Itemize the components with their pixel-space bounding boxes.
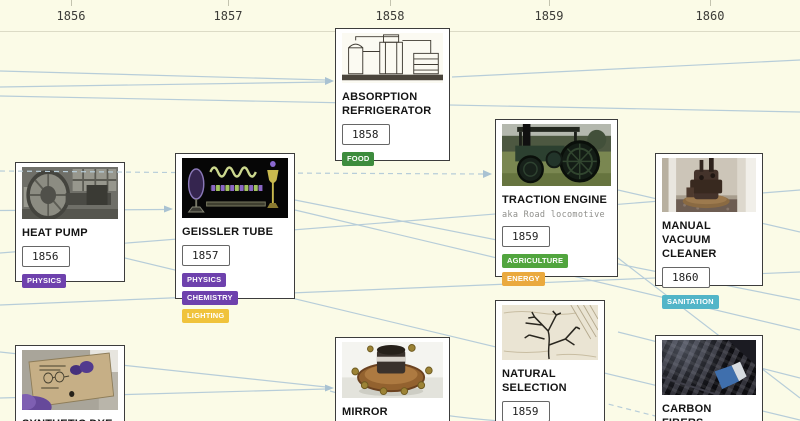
natural-selection-sketch <box>502 305 598 360</box>
card-subtitle: aka Road locomotive <box>502 210 605 220</box>
heat-pump-photo <box>22 167 118 219</box>
tag-list: AGRICULTURE ENERGY <box>502 250 611 286</box>
tag-list: PHYSICS <box>22 270 118 288</box>
axis-tick-1856 <box>71 0 72 6</box>
axis-year-label: 1859 <box>534 9 564 23</box>
geissler-tube-photo <box>182 158 288 218</box>
tag-physics: PHYSICS <box>182 273 227 287</box>
card-title: GEISSLER TUBE <box>182 226 274 238</box>
tag-agriculture: AGRICULTURE <box>502 254 569 268</box>
tag-physics: PHYSICS <box>22 274 67 288</box>
card-synthetic-dye[interactable]: SYNTHETIC DYE <box>15 345 125 421</box>
axis-tick-1860 <box>710 0 711 6</box>
card-mirror-galvanometer[interactable]: MIRROR GALVANOMETER <box>335 337 450 421</box>
tag-chemistry: CHEMISTRY <box>182 291 238 305</box>
card-absorption-refrigerator[interactable]: ABSORPTION REFRIGERATOR 1858 FOOD <box>335 28 450 166</box>
year-chip: 1859 <box>502 401 550 421</box>
synthetic-dye-photo <box>22 350 118 410</box>
axis-tick-1858 <box>390 0 391 6</box>
card-title: HEAT PUMP <box>22 227 88 239</box>
year-chip: 1857 <box>182 245 230 266</box>
year-chip: 1856 <box>22 246 70 267</box>
traction-engine-photo <box>502 124 611 186</box>
card-geissler-tube[interactable]: GEISSLER TUBE 1857 PHYSICS CHEMISTRY LIGHT… <box>175 153 295 323</box>
card-title: NATURAL SELECTION <box>502 368 567 394</box>
tag-list: FOOD <box>342 148 443 166</box>
axis-tick-1859 <box>549 0 550 6</box>
tech-tree-timeline: 1856 1857 1858 1859 1860 HEAT PUMP 1856 … <box>0 0 800 421</box>
tag-lighting: LIGHTING <box>182 309 230 323</box>
year-chip: 1859 <box>502 226 550 247</box>
card-manual-vacuum-cleaner[interactable]: MANUAL VACUUM CLEANER 1860 SANITATION <box>655 153 763 309</box>
tag-sanitation: SANITATION <box>662 295 719 309</box>
tag-list: PHYSICS CHEMISTRY LIGHTING <box>182 269 288 323</box>
tag-energy: ENERGY <box>502 272 545 286</box>
card-title: MIRROR GALVANOMETER <box>342 406 436 421</box>
year-chip: 1860 <box>662 267 710 288</box>
card-title: ABSORPTION REFRIGERATOR <box>342 91 432 117</box>
axis-tick-1857 <box>228 0 229 6</box>
card-title: CARBON FIBERS <box>662 403 712 421</box>
axis-year-label: 1860 <box>695 9 725 23</box>
card-natural-selection[interactable]: NATURAL SELECTION 1859 <box>495 300 605 421</box>
card-heat-pump[interactable]: HEAT PUMP 1856 PHYSICS <box>15 162 125 288</box>
manual-vacuum-cleaner-photo <box>662 158 756 212</box>
tag-list: SANITATION <box>662 291 756 309</box>
card-title: MANUAL VACUUM CLEANER <box>662 220 717 260</box>
axis-year-label: 1858 <box>375 9 405 23</box>
tag-food: FOOD <box>342 152 375 166</box>
axis-year-label: 1856 <box>56 9 86 23</box>
axis-year-label: 1857 <box>213 9 243 23</box>
card-carbon-fibers[interactable]: CARBON FIBERS <box>655 335 763 421</box>
absorption-refrigerator-drawing <box>342 33 443 83</box>
card-traction-engine[interactable]: TRACTION ENGINE aka Road locomotive 1859… <box>495 119 618 286</box>
mirror-galvanometer-photo <box>342 342 443 398</box>
year-chip: 1858 <box>342 124 390 145</box>
carbon-fibers-photo <box>662 340 756 395</box>
card-title: TRACTION ENGINE <box>502 194 608 206</box>
card-title: SYNTHETIC DYE <box>22 417 118 421</box>
